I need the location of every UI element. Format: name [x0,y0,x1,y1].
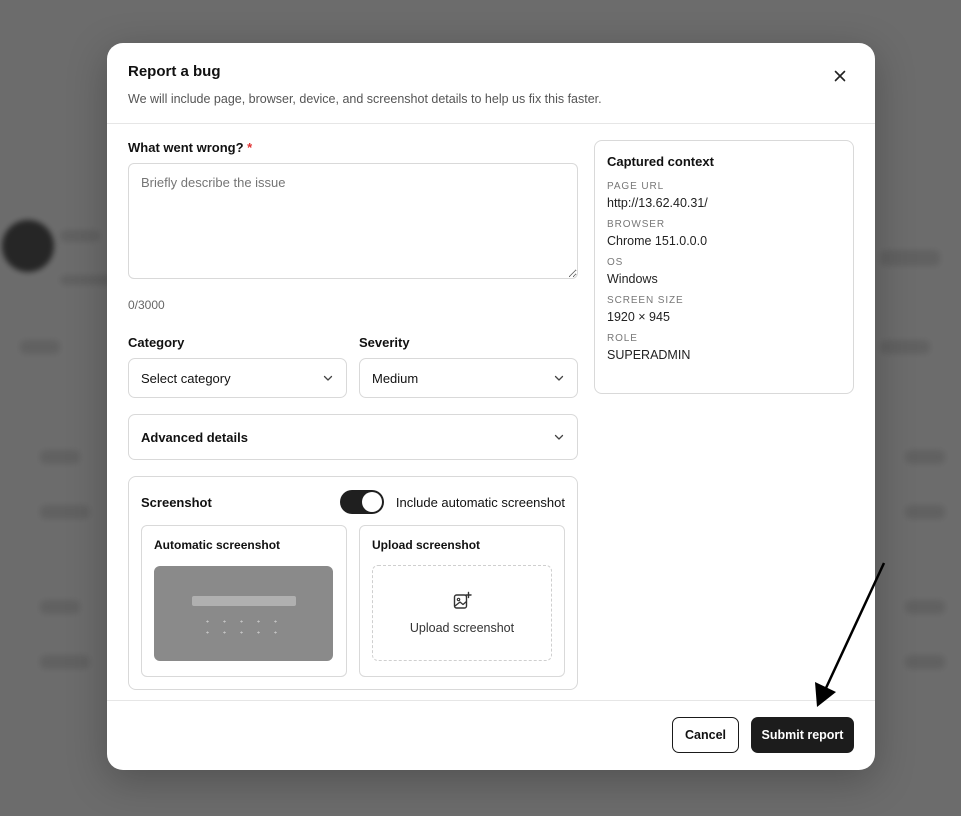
character-counter: 0/3000 [128,298,165,312]
required-mark: * [247,140,253,155]
context-key: ROLE [607,333,638,344]
issue-label: What went wrong? * [128,140,578,155]
automatic-screenshot-panel: Automatic screenshot [141,525,347,677]
context-item: ROLE SUPERADMIN [607,333,841,362]
cancel-button[interactable]: Cancel [672,717,739,753]
upload-screenshot-panel: Upload screenshot Upload screenshot [359,525,565,677]
issue-description-input[interactable] [128,163,578,279]
severity-value: Medium [372,370,419,386]
context-value: 1920 × 945 [607,310,670,324]
chevron-down-icon [554,434,564,440]
category-group: Category Select category [128,335,347,398]
dialog-header: Report a bug We will include page, brows… [107,43,875,124]
upload-screenshot-title: Upload screenshot [372,538,481,552]
automatic-screenshot-title: Automatic screenshot [154,538,281,552]
toggle-knob [361,492,382,512]
context-key: BROWSER [607,219,665,230]
context-item: PAGE URL http://13.62.40.31/ [607,181,841,210]
thumbnail-detail [192,596,296,606]
auto-screenshot-control: Include automatic screenshot [339,490,565,514]
context-key: OS [607,257,624,268]
context-value: SUPERADMIN [607,348,691,362]
dialog-footer: Cancel Submit report [107,700,875,770]
close-button[interactable] [831,67,849,85]
close-icon [834,70,846,82]
report-bug-dialog: Report a bug We will include page, brows… [107,43,875,770]
auto-screenshot-toggle[interactable] [339,490,384,514]
captured-context-title: Captured context [607,154,714,169]
context-value: Chrome 151.0.0.0 [607,234,708,248]
advanced-details-label: Advanced details [141,429,248,445]
screenshot-title: Screenshot [141,494,212,510]
advanced-details-toggle[interactable]: Advanced details [128,414,578,460]
form-column: What went wrong? * 0/3000 Category Selec… [128,140,578,690]
category-select[interactable]: Select category [128,358,347,398]
category-value: Select category [141,370,231,386]
screenshot-section: Screenshot Include automatic screenshot … [128,476,578,690]
severity-select[interactable]: Medium [359,358,578,398]
context-value: Windows [607,272,658,286]
thumbnail-detail [199,616,289,638]
context-value: http://13.62.40.31/ [607,196,708,210]
dialog-subtitle: We will include page, browser, device, a… [128,92,602,106]
submit-report-button[interactable]: Submit report [751,717,854,753]
context-item: BROWSER Chrome 151.0.0.0 [607,219,841,248]
screenshot-header: Screenshot Include automatic screenshot [141,489,565,515]
category-label: Category [128,335,185,350]
dialog-title: Report a bug [128,63,221,80]
context-key: PAGE URL [607,181,665,192]
issue-label-text: What went wrong? [128,140,244,155]
severity-label: Severity [359,335,410,350]
auto-screenshot-label: Include automatic screenshot [395,494,565,510]
upload-dropzone[interactable]: Upload screenshot [372,565,552,661]
screenshot-panels: Automatic screenshot Upload screenshot U… [141,525,565,677]
dialog-body: What went wrong? * 0/3000 Category Selec… [107,124,875,700]
chevron-down-icon [323,375,333,381]
screenshot-thumbnail[interactable] [154,566,333,661]
upload-action-label: Upload screenshot [409,621,515,635]
severity-group: Severity Medium [359,335,578,398]
captured-context-card: Captured context PAGE URL http://13.62.4… [594,140,854,394]
context-item: SCREEN SIZE 1920 × 945 [607,295,841,324]
image-plus-icon [453,591,472,609]
context-key: SCREEN SIZE [607,295,684,306]
chevron-down-icon [554,375,564,381]
select-row: Category Select category Severity Medium [128,335,578,398]
context-item: OS Windows [607,257,841,286]
